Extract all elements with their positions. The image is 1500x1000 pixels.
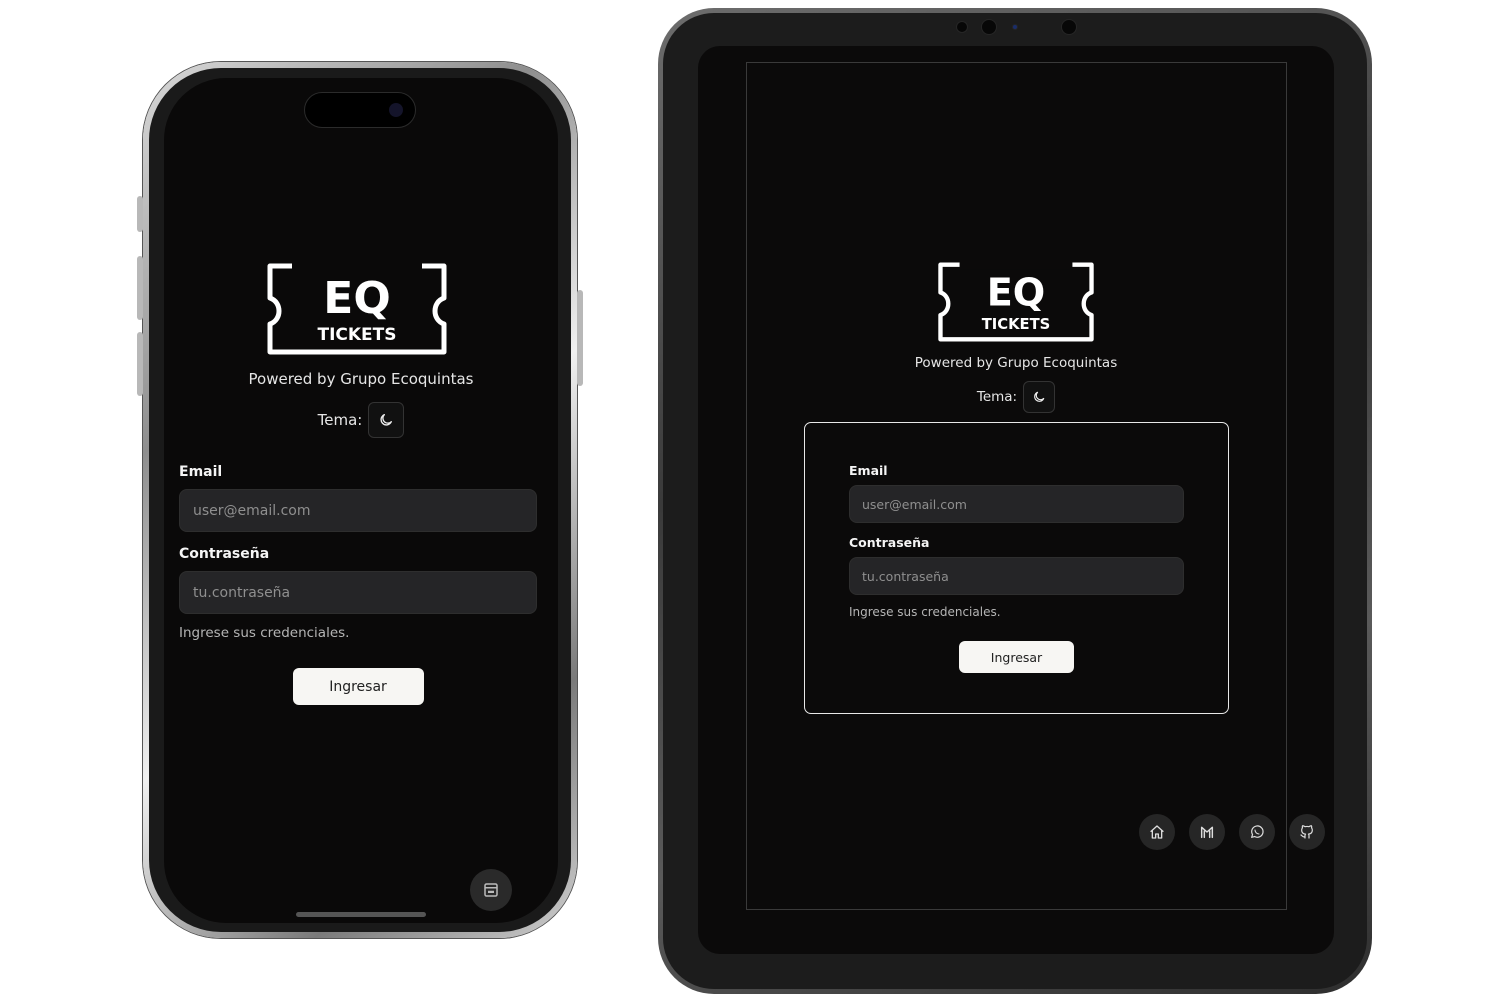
theme-toggle-button[interactable] (1023, 381, 1056, 413)
eq-tickets-logo: EQ TICKETS (937, 261, 1095, 343)
logo-sub-text: TICKETS (317, 325, 396, 345)
login-button[interactable]: Ingresar (959, 641, 1074, 673)
github-icon (1300, 825, 1313, 839)
phone-side-button (137, 256, 143, 320)
github-link-button[interactable] (1289, 814, 1325, 850)
tablet-camera (956, 21, 968, 33)
password-input[interactable] (179, 571, 537, 614)
theme-toggle-button[interactable] (368, 402, 405, 438)
phone-screen: EQ TICKETS Powered by Grupo Ecoquintas T… (164, 78, 558, 923)
theme-label: Tema: (976, 389, 1018, 405)
powered-by-text: Powered by Grupo Ecoquintas (914, 355, 1118, 371)
panel-icon (484, 883, 498, 897)
whatsapp-link-button[interactable] (1239, 814, 1275, 850)
tablet-screen: EQ TICKETS Powered by Grupo Ecoquintas T… (698, 46, 1334, 954)
email-input[interactable] (179, 489, 537, 532)
moon-icon (380, 414, 393, 426)
tablet-login-page: EQ TICKETS Powered by Grupo Ecoquintas T… (698, 46, 1334, 954)
login-form: Email Contraseña Ingrese sus credenciale… (179, 464, 537, 705)
home-link-button[interactable] (1139, 814, 1175, 850)
phone-side-button (137, 332, 143, 396)
theme-row: Tema: (698, 381, 1334, 413)
home-icon (1150, 825, 1164, 839)
phone-side-button (137, 196, 143, 232)
logo-main-text: EQ (987, 271, 1046, 315)
gmail-icon (1200, 826, 1214, 839)
whatsapp-icon (1251, 825, 1264, 838)
floating-panel-button[interactable] (470, 869, 512, 911)
tablet-camera (1061, 19, 1077, 35)
password-label: Contraseña (849, 535, 930, 550)
logo-main-text: EQ (323, 273, 390, 324)
gmail-link-button[interactable] (1189, 814, 1225, 850)
theme-row: Tema: (164, 402, 558, 438)
login-form: Email Contraseña Ingrese sus credenciale… (849, 463, 1184, 673)
social-links-bar (1139, 814, 1325, 850)
credentials-hint: Ingrese sus credenciales. (179, 625, 350, 641)
moon-icon (1034, 391, 1045, 402)
tablet-sensor (1012, 24, 1018, 30)
login-card: Email Contraseña Ingrese sus credenciale… (804, 422, 1229, 714)
email-label: Email (179, 464, 223, 480)
eq-tickets-logo: EQ TICKETS (266, 262, 448, 356)
theme-label: Tema: (317, 411, 363, 429)
password-label: Contraseña (179, 546, 270, 562)
credentials-hint: Ingrese sus credenciales. (849, 605, 1001, 619)
password-input[interactable] (849, 557, 1184, 595)
phone-side-button (577, 290, 583, 386)
login-button[interactable]: Ingresar (292, 668, 424, 705)
phone-login-page: EQ TICKETS Powered by Grupo Ecoquintas T… (164, 78, 558, 923)
logo-sub-text: TICKETS (982, 316, 1051, 333)
powered-by-text: Powered by Grupo Ecoquintas (248, 370, 474, 388)
email-input[interactable] (849, 485, 1184, 523)
email-label: Email (849, 463, 888, 478)
home-indicator (296, 912, 426, 917)
tablet-camera (981, 19, 997, 35)
